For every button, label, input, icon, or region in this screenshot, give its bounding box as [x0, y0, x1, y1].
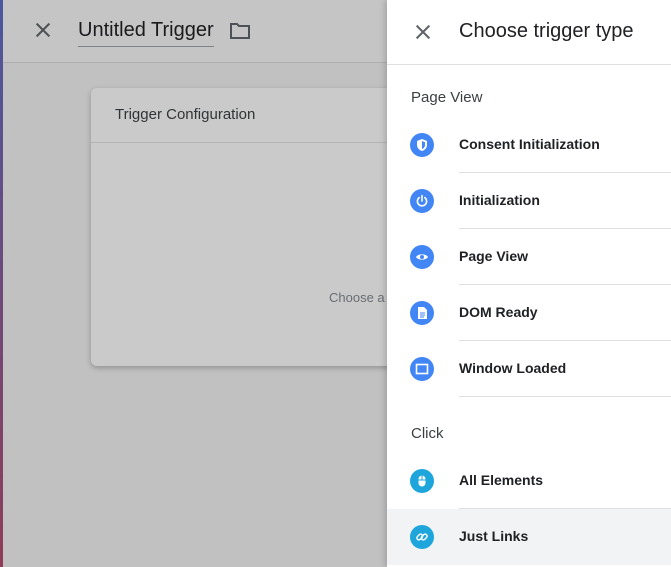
window-icon [410, 357, 434, 381]
trigger-item-label: Page View [459, 248, 529, 264]
document-icon [410, 301, 434, 325]
mouse-icon [410, 469, 434, 493]
trigger-item-label: Initialization [459, 192, 540, 208]
trigger-item-consent-initialization[interactable]: Consent Initialization [387, 117, 671, 173]
trigger-item-window-loaded[interactable]: Window Loaded [387, 341, 671, 397]
trigger-item-label: All Elements [459, 472, 544, 488]
panel-title: Choose trigger type [459, 20, 634, 42]
trigger-item-dom-ready[interactable]: DOM Ready [387, 285, 671, 341]
trigger-item-page-view[interactable]: Page View [387, 229, 671, 285]
shield-icon [410, 133, 434, 157]
trigger-item-just-links[interactable]: Just Links [387, 509, 671, 565]
divider [459, 396, 671, 397]
section-title-click: Click [411, 425, 444, 442]
close-icon[interactable] [410, 19, 436, 45]
section-title-page-view: Page View [411, 89, 483, 106]
trigger-item-initialization[interactable]: Initialization [387, 173, 671, 229]
trigger-item-all-elements[interactable]: All Elements [387, 453, 671, 509]
choose-trigger-type-panel: Choose trigger type Page View Consent In… [387, 0, 671, 567]
trigger-item-label: DOM Ready [459, 304, 538, 320]
link-icon [410, 525, 434, 549]
eye-icon [410, 245, 434, 269]
trigger-item-label: Consent Initialization [459, 136, 600, 152]
trigger-item-label: Window Loaded [459, 360, 567, 376]
power-icon [410, 189, 434, 213]
trigger-item-label: Just Links [459, 528, 529, 544]
panel-header: Choose trigger type [387, 0, 671, 65]
